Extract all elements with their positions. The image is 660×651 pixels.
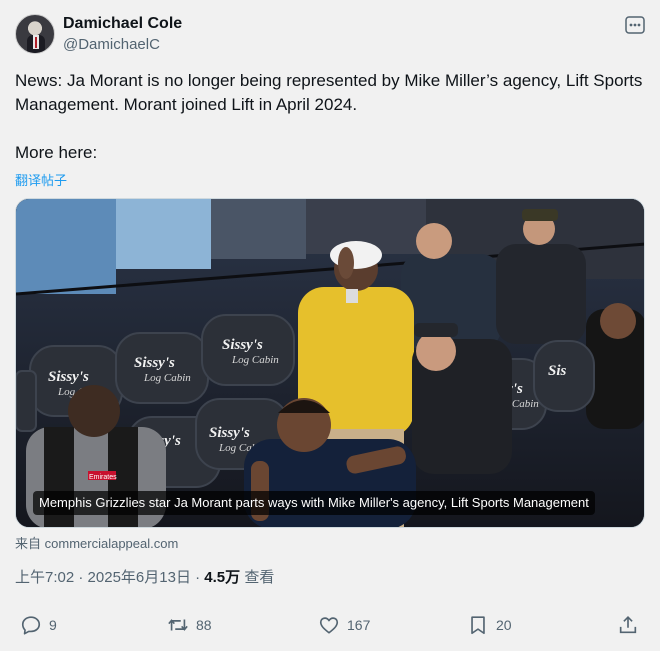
- seat-logo: Sissy's: [222, 337, 263, 353]
- like-button[interactable]: 167: [318, 612, 370, 638]
- source-domain[interactable]: commercialappeal.com: [45, 536, 179, 551]
- more-horizontal-icon[interactable]: [625, 16, 645, 34]
- translate-post-link[interactable]: 翻译帖子: [15, 170, 67, 189]
- bookmark-count: 20: [496, 617, 512, 633]
- seat-logo: Sis: [548, 363, 567, 379]
- tweet-text: News: Ja Morant is no longer being repre…: [15, 71, 643, 162]
- tweet-meta: 上午7:02 · 2025年6月13日 · 4.5万 查看: [15, 569, 275, 586]
- svg-text:Log Cabin: Log Cabin: [231, 354, 279, 366]
- courtside-photo: Sissy's Sissy's Sissy's Sissy's Sissy's …: [16, 199, 644, 527]
- jersey-sponsor: Emirates: [89, 474, 117, 481]
- repost-icon: [168, 619, 188, 631]
- avatar[interactable]: [15, 14, 55, 54]
- share-button[interactable]: [617, 612, 639, 638]
- tweet-header: Damichael Cole @DamichaelC: [15, 13, 645, 57]
- reply-count: 9: [49, 617, 57, 633]
- author-handle[interactable]: @DamichaelC: [63, 36, 160, 53]
- link-source[interactable]: 来自 commercialappeal.com: [15, 533, 178, 552]
- reply-button[interactable]: 9: [20, 612, 57, 638]
- bookmark-icon: [471, 616, 485, 635]
- heart-icon: [319, 617, 339, 634]
- post-date[interactable]: 2025年6月13日: [88, 569, 191, 586]
- views-count: 4.5万: [204, 569, 241, 586]
- like-count: 167: [347, 617, 371, 633]
- article-card-image[interactable]: Sissy's Sissy's Sissy's Sissy's Sissy's …: [15, 198, 645, 528]
- seat-logo: Sissy's: [209, 425, 250, 441]
- share-icon: [619, 616, 637, 634]
- post-time[interactable]: 上午7:02: [15, 569, 74, 586]
- svg-text:Log Cabin: Log Cabin: [143, 372, 191, 384]
- views-label: 查看: [244, 569, 275, 586]
- repost-count: 88: [196, 617, 212, 633]
- media-caption: Memphis Grizzlies star Ja Morant parts w…: [33, 491, 595, 515]
- bookmark-button[interactable]: 20: [467, 612, 512, 638]
- author-name[interactable]: Damichael Cole: [63, 15, 182, 33]
- reply-icon: [21, 616, 41, 635]
- repost-button[interactable]: 88: [167, 612, 212, 638]
- action-bar: 9 88 167 20: [15, 612, 645, 638]
- seat-logo: Sissy's: [48, 369, 89, 385]
- seat-logo: Sissy's: [134, 355, 175, 371]
